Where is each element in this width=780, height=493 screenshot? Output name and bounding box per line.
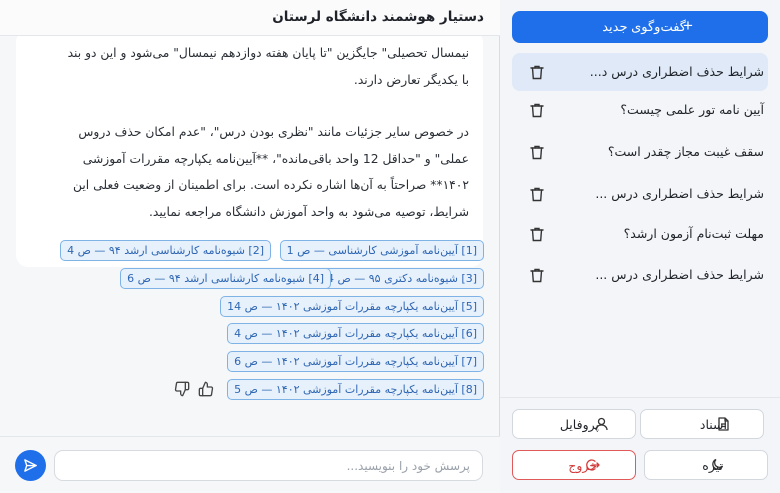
send-button[interactable] — [15, 450, 46, 481]
message-line: عملی" و "حداقل 12 واحد باقی‌مانده"، **آی… — [82, 151, 469, 166]
page-title: دستیار هوشمند دانشگاه لرستان — [272, 9, 484, 25]
citation-chip[interactable]: [6] آیین‌نامه یکپارچه مقررات آموزشی ۱۴۰۲… — [227, 323, 484, 344]
chat-history-item[interactable]: شرایط حذف اضطراری درس ... — [512, 256, 768, 294]
message-list[interactable]: نیمسال تحصیلی" جایگزین "تا پایان هفته دو… — [0, 36, 500, 436]
chat-title: شرایط حذف اضطراری درس ... — [595, 267, 764, 282]
trash-icon[interactable] — [530, 145, 544, 160]
new-chat-label: گفت‌وگوی جدید — [602, 19, 686, 34]
trash-icon[interactable] — [530, 103, 544, 118]
profile-button[interactable]: پروفایل — [512, 409, 636, 439]
profile-label: پروفایل — [559, 417, 599, 432]
message-line: نیمسال تحصیلی" جایگزین "تا پایان هفته دو… — [67, 46, 469, 60]
chat-history-item[interactable]: سقف غیبت مجاز چقدر است؟ — [512, 133, 768, 171]
message-input[interactable] — [54, 450, 483, 481]
message-line: در خصوص سایر جزئیات مانند "نظری بودن درس… — [78, 125, 469, 139]
logout-icon — [586, 458, 600, 472]
message-feedback — [174, 381, 218, 399]
citation-chip[interactable]: [3] شیوه‌نامه دکتری ۹۵ — ص 4 — [319, 268, 484, 289]
citation-chip[interactable]: [1] آیین‌نامه آموزشی کارشناسی — ص 1 — [279, 240, 484, 261]
chat-title: شرایط حذف اضطراری درس د... — [589, 64, 764, 79]
chat-title: مهلت ثبت‌نام آزمون ارشد؟ — [623, 226, 764, 241]
citation-chip[interactable]: [2] شیوه‌نامه کارشناسی ارشد ۹۴ — ص 4 — [60, 240, 271, 261]
sidebar: + گفت‌وگوی جدید شرایط حذف اضطراری درس د.… — [500, 0, 780, 493]
thumbs-up-icon[interactable] — [198, 381, 216, 399]
message-line: ۱۴۰۲** صراحتاً به آن‌ها اشاره نکرده است.… — [72, 178, 469, 192]
chat-title: سقف غیبت مجاز چقدر است؟ — [607, 144, 764, 159]
new-chat-button[interactable]: + گفت‌وگوی جدید — [512, 11, 768, 43]
citation-chip[interactable]: [7] آیین‌نامه یکپارچه مقررات آموزشی ۱۴۰۲… — [227, 351, 484, 372]
send-icon — [24, 459, 37, 472]
trash-icon[interactable] — [530, 65, 544, 80]
chat-panel: دستیار هوشمند دانشگاه لرستان نیمسال تحصی… — [0, 0, 500, 493]
trash-icon[interactable] — [530, 187, 544, 202]
moon-icon — [711, 458, 725, 472]
logout-button[interactable]: خروج — [512, 450, 636, 480]
thumbs-down-icon[interactable] — [174, 381, 192, 399]
message-line: شرایط، توصیه می‌شود به واحد آموزش دانشگا… — [148, 204, 469, 219]
chat-header: دستیار هوشمند دانشگاه لرستان — [0, 0, 500, 36]
document-icon — [717, 417, 731, 431]
chat-history-item[interactable]: شرایط حذف اضطراری درس د... — [512, 53, 768, 91]
user-icon — [595, 417, 609, 431]
composer — [0, 436, 500, 493]
citation-chip[interactable]: [4] شیوه‌نامه کارشناسی ارشد ۹۴ — ص 6 — [120, 268, 331, 289]
chat-history-item[interactable]: شرایط حذف اضطراری درس ... — [512, 175, 768, 213]
chat-history-item[interactable]: آیین نامه تور علمی چیست؟ — [512, 91, 768, 129]
message-line: با یکدیگر تعارض دارند. — [353, 72, 469, 87]
chat-title: شرایط حذف اضطراری درس ... — [595, 186, 764, 201]
chat-history-item[interactable]: مهلت ثبت‌نام آزمون ارشد؟ — [512, 215, 768, 253]
citation-chip[interactable]: [5] آیین‌نامه یکپارچه مقررات آموزشی ۱۴۰۲… — [220, 296, 484, 317]
trash-icon[interactable] — [530, 268, 544, 283]
citation-chip[interactable]: [8] آیین‌نامه یکپارچه مقررات آموزشی ۱۴۰۲… — [227, 379, 484, 400]
chat-title: آیین نامه تور علمی چیست؟ — [620, 102, 764, 117]
sidebar-footer: اسناد پروفایل تیره خروج — [500, 397, 780, 493]
documents-button[interactable]: اسناد — [640, 409, 764, 439]
theme-toggle-button[interactable]: تیره — [644, 450, 768, 480]
trash-icon[interactable] — [530, 227, 544, 242]
assistant-message: نیمسال تحصیلی" جایگزین "تا پایان هفته دو… — [16, 36, 483, 267]
